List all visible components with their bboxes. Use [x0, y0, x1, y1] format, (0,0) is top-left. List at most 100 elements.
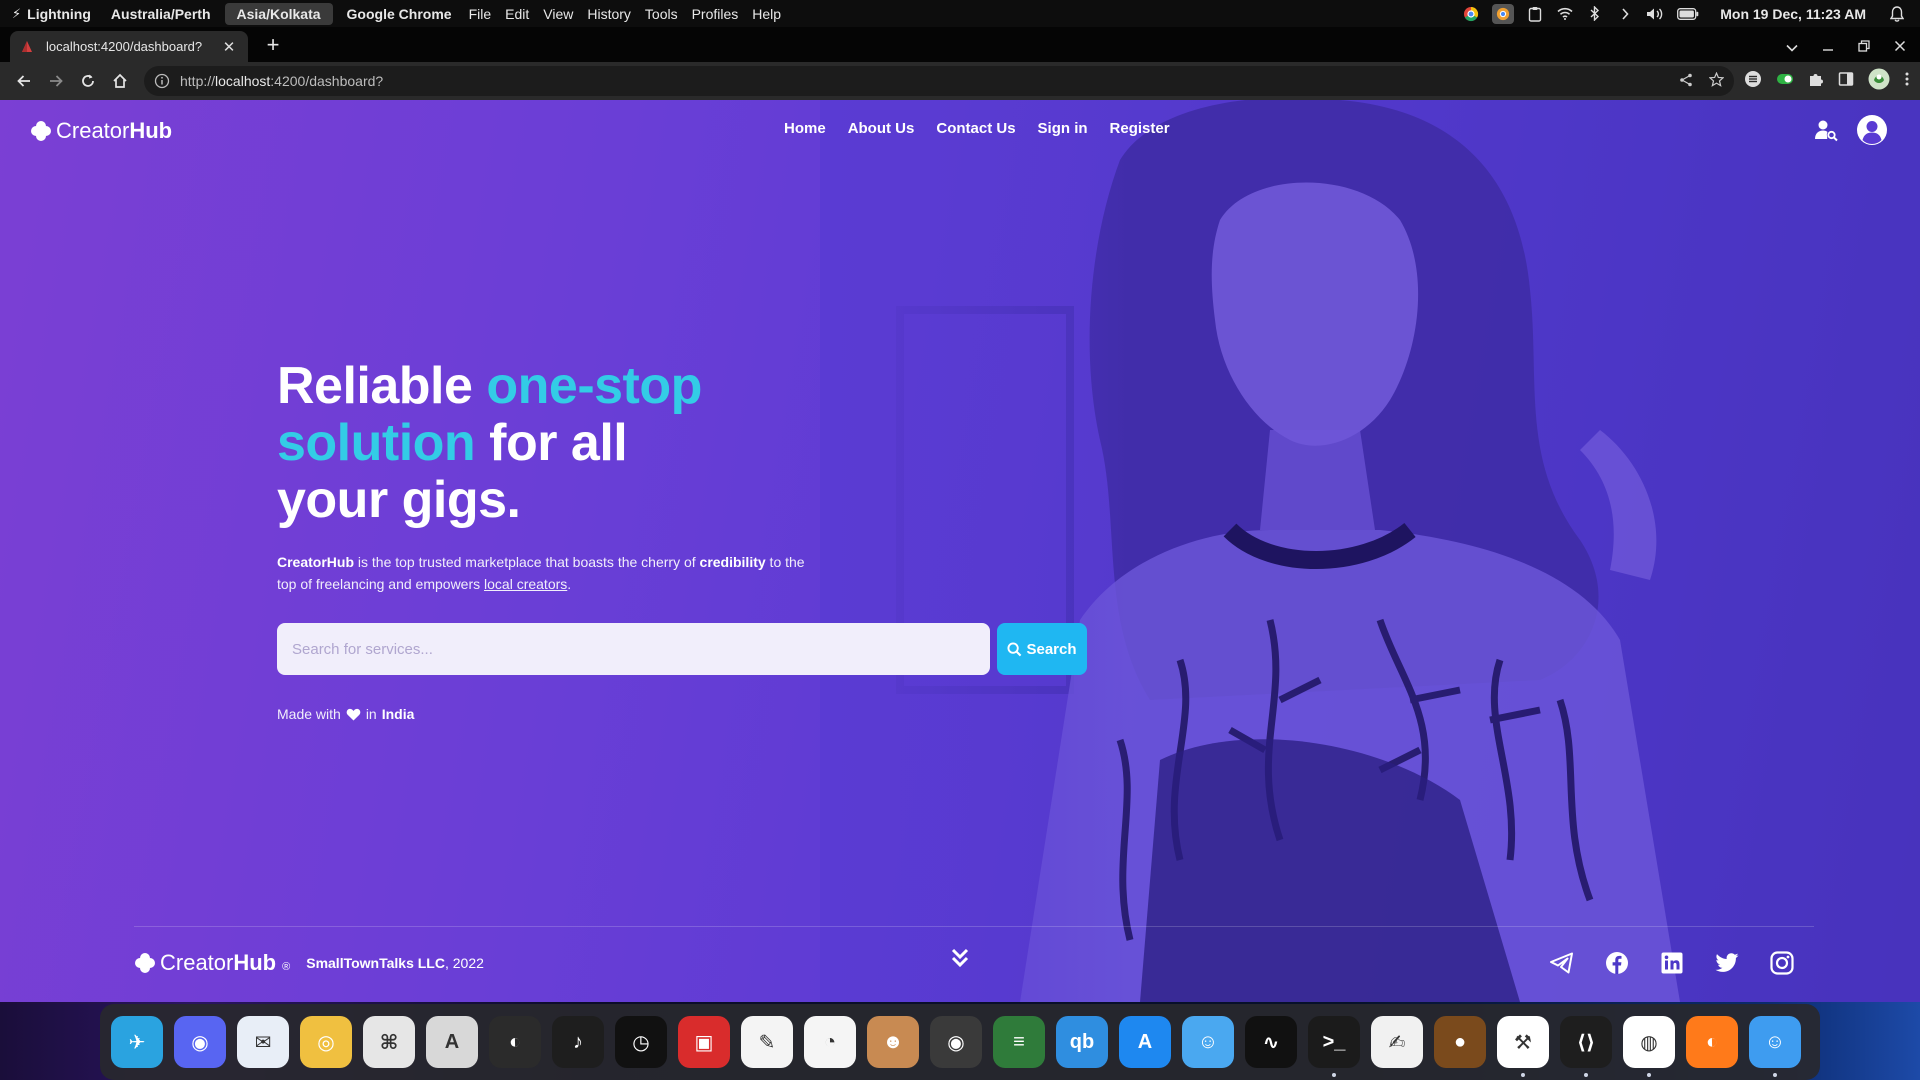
- search-input[interactable]: [277, 623, 990, 675]
- dock-app-keyboard-shortcuts[interactable]: ⌘: [363, 1016, 415, 1068]
- chevron-right-icon[interactable]: [1616, 5, 1634, 23]
- back-icon[interactable]: [8, 65, 40, 97]
- user-search-icon[interactable]: [1814, 118, 1838, 147]
- bookmark-star-icon[interactable]: [1708, 71, 1725, 90]
- menubar-timezone-perth[interactable]: Australia/Perth: [101, 0, 221, 27]
- tab-title: localhost:4200/dashboard?: [46, 39, 203, 54]
- dock-app-qbittorrent[interactable]: qb: [1056, 1016, 1108, 1068]
- nav-register[interactable]: Register: [1110, 120, 1170, 137]
- menu-history[interactable]: History: [580, 0, 638, 27]
- dock-app-xcode[interactable]: ⚒: [1497, 1016, 1549, 1077]
- dock-app-thunderbird[interactable]: ✉: [237, 1016, 289, 1068]
- dock-app-blender[interactable]: ◔: [804, 1016, 856, 1068]
- dock-app-finder-2[interactable]: ☺: [1749, 1016, 1801, 1077]
- dock-app-glyph-icon: ⟨⟩: [1576, 1031, 1596, 1054]
- nav-contact-us[interactable]: Contact Us: [936, 120, 1015, 137]
- brand-name-part2: Hub: [129, 118, 173, 143]
- dock: ✈ ◉ ✉ ◎ ⌘ A ◐ ♪ ◷ ▣ ✎ ◔ ☻ ◉ ≡ qb A ☺ ∿ >_ ✍ ● ⚒ ⟨⟩ ◍ ◐ ☺: [100, 1004, 1820, 1080]
- facebook-icon[interactable]: [1604, 951, 1629, 976]
- dock-app-google-chrome[interactable]: ◍: [1623, 1016, 1675, 1077]
- dock-app-glyph-icon: ✉: [254, 1031, 272, 1054]
- dock-app-voice-recorder[interactable]: ♪: [552, 1016, 604, 1068]
- chrome-menu-icon[interactable]: [1904, 71, 1910, 92]
- extension-toggle-icon[interactable]: [1776, 72, 1794, 91]
- close-window-icon[interactable]: [1894, 39, 1906, 55]
- scroll-down-chevrons-icon[interactable]: [950, 947, 970, 974]
- dock-app-font-book[interactable]: A: [426, 1016, 478, 1068]
- dock-app-terminal[interactable]: >_: [1308, 1016, 1360, 1077]
- dock-app-acorn[interactable]: ●: [1434, 1016, 1486, 1068]
- extension-reader-icon[interactable]: [1744, 70, 1762, 93]
- menu-file[interactable]: File: [462, 0, 499, 27]
- hero-background-photo: [820, 100, 1920, 1002]
- reload-icon[interactable]: [72, 65, 104, 97]
- bluetooth-icon[interactable]: [1586, 5, 1604, 23]
- share-icon[interactable]: [1679, 73, 1693, 90]
- site-info-icon[interactable]: [154, 73, 170, 89]
- dock-app-firefox[interactable]: ◐: [1686, 1016, 1738, 1068]
- notification-bell-icon[interactable]: [1888, 5, 1906, 23]
- dock-app-app-store[interactable]: A: [1119, 1016, 1171, 1068]
- menubar-timezone-kolkata[interactable]: Asia/Kolkata: [224, 2, 333, 25]
- dock-app-paintbrush[interactable]: ✎: [741, 1016, 793, 1068]
- nav-sign-in[interactable]: Sign in: [1038, 120, 1088, 137]
- menubar-clock[interactable]: Mon 19 Dec, 11:23 AM: [1720, 6, 1866, 22]
- chrome-canary-tray-icon[interactable]: [1492, 3, 1515, 24]
- close-tab-icon[interactable]: ✕: [220, 38, 238, 56]
- tab-search-chevron-icon[interactable]: [1786, 39, 1798, 55]
- dock-app-finder[interactable]: ☺: [1182, 1016, 1234, 1068]
- menubar-lightning[interactable]: Lightning: [25, 0, 101, 27]
- new-tab-button[interactable]: +: [260, 32, 286, 58]
- lightning-icon[interactable]: ⚡: [0, 0, 25, 27]
- dock-app-photo-booth[interactable]: ◎: [300, 1016, 352, 1068]
- forward-icon[interactable]: [40, 65, 72, 97]
- dock-app-photo-booth-red[interactable]: ▣: [678, 1016, 730, 1068]
- menu-help[interactable]: Help: [745, 0, 788, 27]
- dock-app-textedit[interactable]: ✍: [1371, 1016, 1423, 1068]
- home-icon[interactable]: [104, 65, 136, 97]
- footer-logo[interactable]: Creator Hub ®: [134, 950, 290, 976]
- dock-app-screenshot[interactable]: ◉: [930, 1016, 982, 1068]
- battery-icon[interactable]: [1676, 5, 1700, 23]
- volume-icon[interactable]: [1646, 5, 1664, 23]
- dock-app-clock[interactable]: ◷: [615, 1016, 667, 1068]
- search-bar: Search: [277, 623, 1087, 675]
- dock-app-gimp[interactable]: ☻: [867, 1016, 919, 1068]
- clipboard-icon[interactable]: [1526, 5, 1544, 23]
- desc-text-3: .: [567, 576, 572, 592]
- wifi-icon[interactable]: [1556, 5, 1574, 23]
- menu-view[interactable]: View: [536, 0, 580, 27]
- twitter-icon[interactable]: [1714, 951, 1739, 976]
- account-avatar-icon[interactable]: [1856, 114, 1888, 151]
- site-logo[interactable]: Creator Hub: [30, 118, 172, 144]
- nav-home[interactable]: Home: [784, 120, 826, 137]
- dock-app-vs-code[interactable]: ⟨⟩: [1560, 1016, 1612, 1077]
- dock-app-obs[interactable]: ◐: [489, 1016, 541, 1068]
- telegram-icon[interactable]: [1549, 951, 1574, 976]
- dock-app-stacks[interactable]: ≡: [993, 1016, 1045, 1068]
- search-button[interactable]: Search: [997, 623, 1087, 675]
- browser-tab[interactable]: localhost:4200/dashboard? ✕: [10, 31, 248, 62]
- dock-app-discord[interactable]: ◉: [174, 1016, 226, 1068]
- instagram-icon[interactable]: [1769, 951, 1794, 976]
- extensions-puzzle-icon[interactable]: [1808, 71, 1824, 92]
- url-prefix: http://: [180, 73, 216, 89]
- linkedin-icon[interactable]: [1659, 951, 1684, 976]
- menu-profiles[interactable]: Profiles: [685, 0, 746, 27]
- minimize-window-icon[interactable]: [1822, 39, 1834, 55]
- dock-app-activity-monitor[interactable]: ∿: [1245, 1016, 1297, 1068]
- address-bar[interactable]: http://localhost:4200/dashboard?: [144, 66, 1734, 96]
- menu-edit[interactable]: Edit: [498, 0, 536, 27]
- dock-running-indicator: [1773, 1073, 1777, 1077]
- side-panel-icon[interactable]: [1838, 71, 1854, 92]
- menubar-app-name[interactable]: Google Chrome: [337, 0, 462, 27]
- nav-about-us[interactable]: About Us: [848, 120, 915, 137]
- chrome-tray-icon[interactable]: [1462, 5, 1480, 23]
- local-creators-link[interactable]: local creators: [484, 576, 567, 592]
- dock-app-glyph-icon: ●: [1453, 1030, 1467, 1053]
- desc-text-1: is the top trusted marketplace that boas…: [354, 554, 700, 570]
- dock-app-telegram[interactable]: ✈: [111, 1016, 163, 1068]
- menu-tools[interactable]: Tools: [638, 0, 685, 27]
- restore-window-icon[interactable]: [1858, 39, 1870, 55]
- profile-avatar-icon[interactable]: [1868, 68, 1890, 95]
